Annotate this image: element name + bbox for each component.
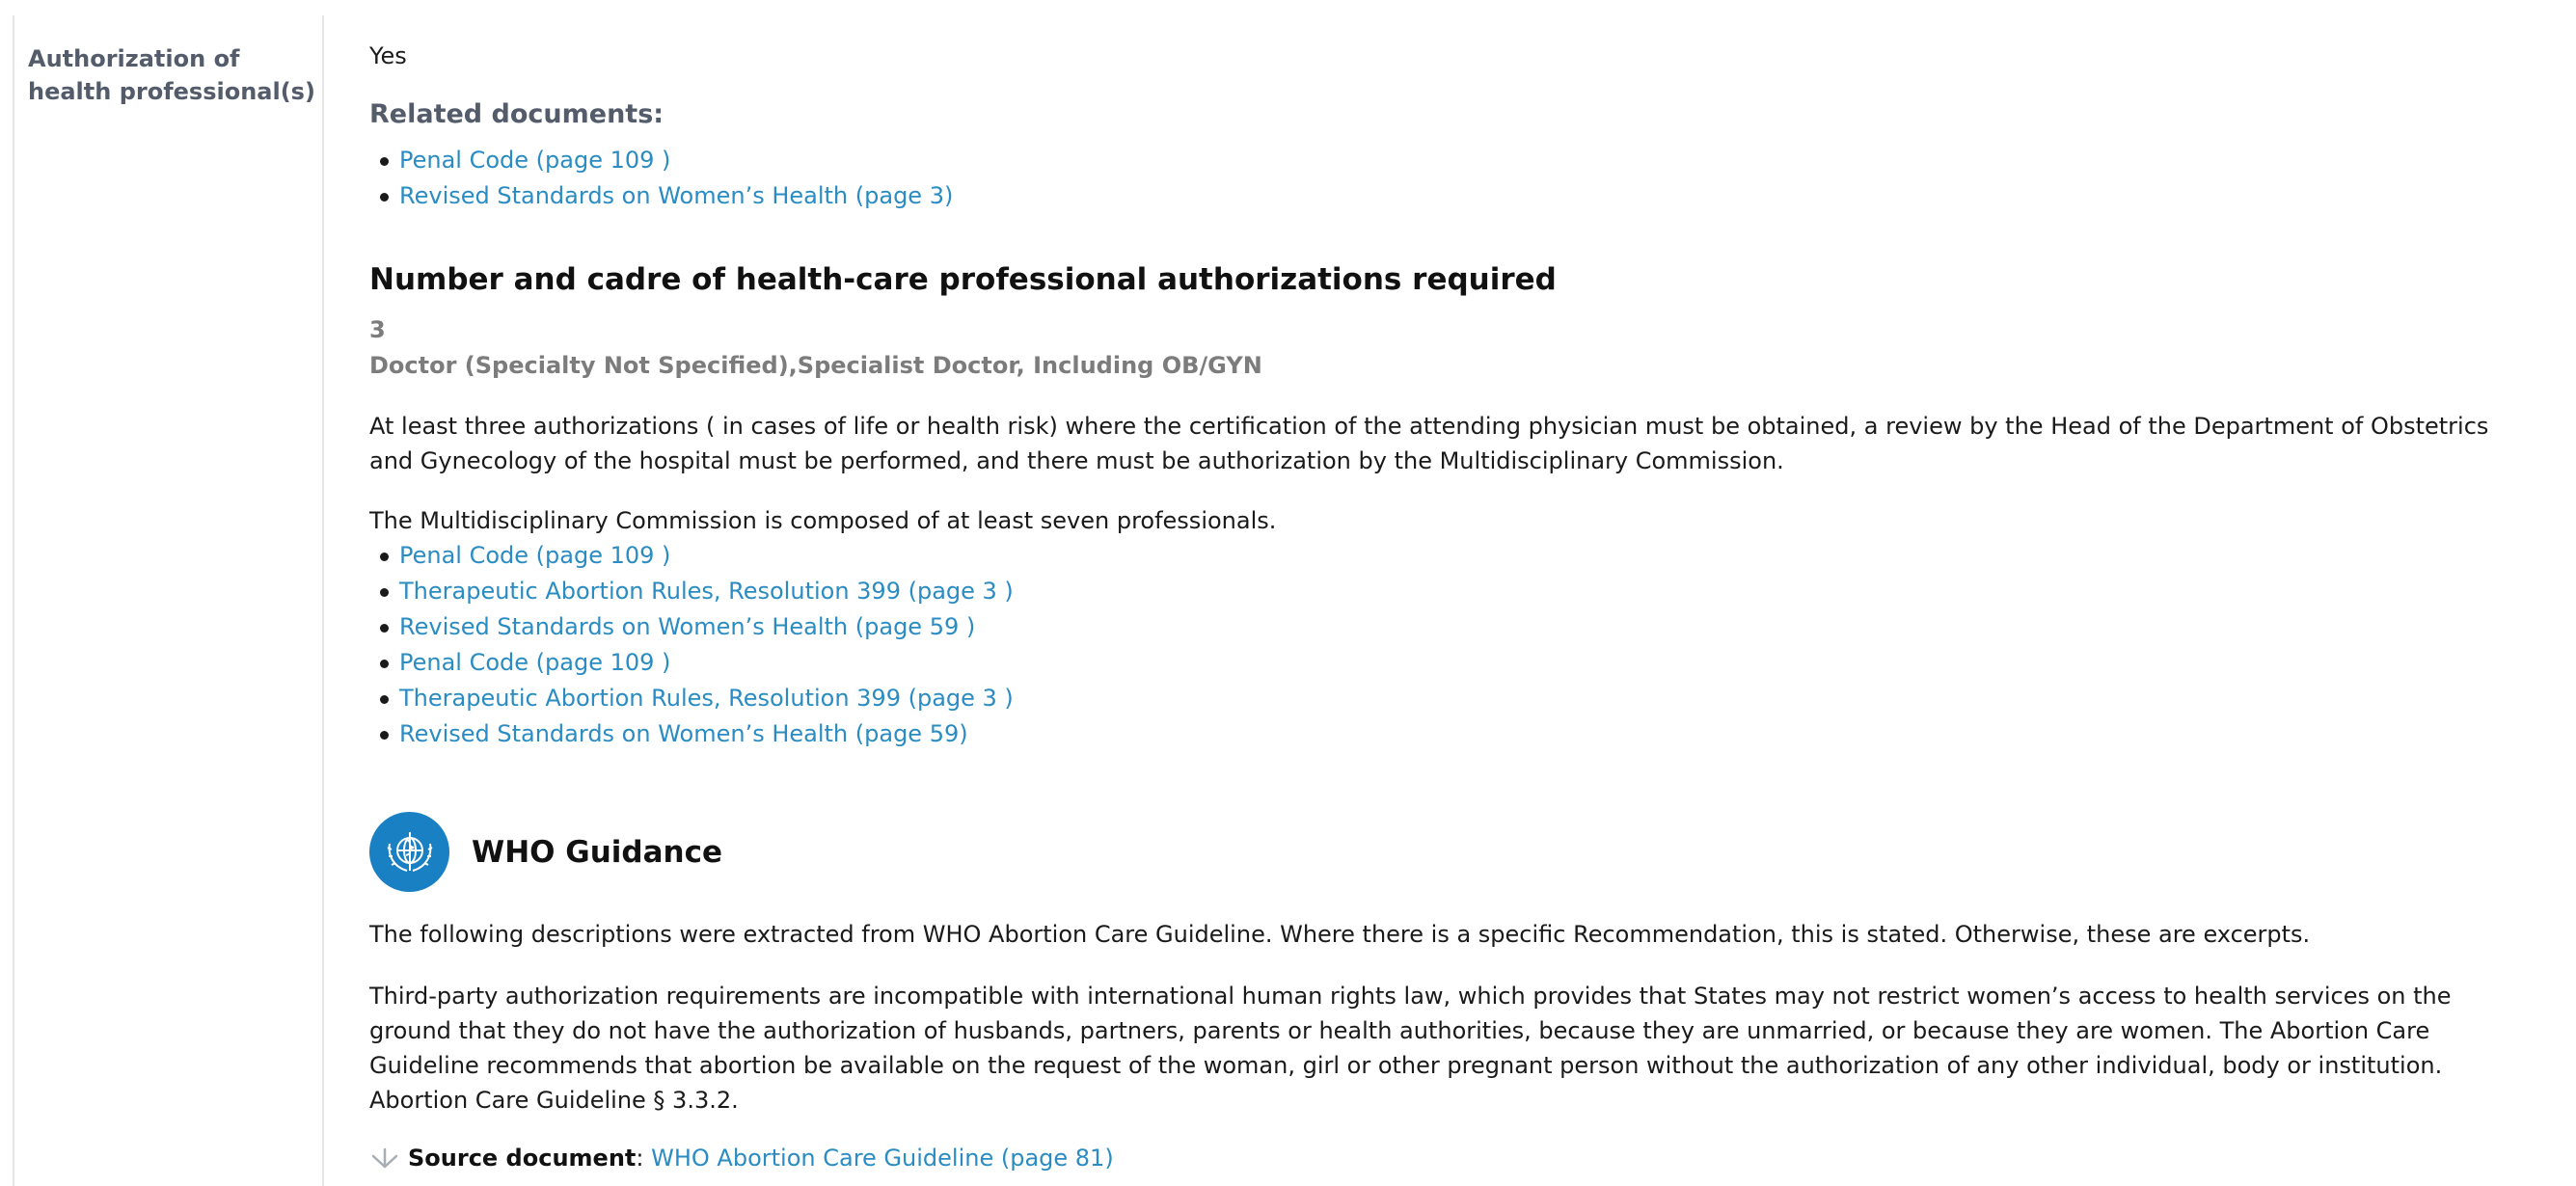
source-separator: : [636,1145,644,1172]
list-item: Revised Standards on Women’s Health (pag… [369,178,2530,214]
section-title: Number and cadre of health-care professi… [369,262,1557,297]
document-link[interactable]: Therapeutic Abortion Rules, Resolution 3… [399,578,1014,605]
list-item: Therapeutic Abortion Rules, Resolution 3… [369,681,2530,716]
cadre-list: Doctor (Specialty Not Specified),Special… [369,352,1262,379]
column-divider [322,15,324,1186]
row-label: Authorization of health professional(s) [28,45,315,105]
answer-value: Yes [369,42,407,69]
document-link[interactable]: Revised Standards on Women’s Health (pag… [399,613,975,640]
who-intro: The following descriptions were extracte… [369,921,2311,948]
source-document: Source document: WHO Abortion Care Guide… [369,1141,2530,1175]
cadre-documents-list: Penal Code (page 109 ) Therapeutic Abort… [369,538,2530,752]
who-body: Third-party authorization requirements a… [369,983,2452,1114]
document-link[interactable]: Therapeutic Abortion Rules, Resolution 3… [399,685,1014,712]
source-document-label: Source document [408,1145,637,1172]
source-document-link[interactable]: WHO Abortion Care Guideline (page 81) [651,1141,1114,1175]
commission-note: The Multidisciplinary Commission is comp… [369,507,1277,534]
related-documents-list: Penal Code (page 109 ) Revised Standards… [369,143,2530,214]
arrow-down-icon [369,1144,400,1173]
document-link[interactable]: Penal Code (page 109 ) [399,147,670,174]
who-guidance-header: WHO Guidance [369,812,2530,892]
list-item: Revised Standards on Women’s Health (pag… [369,609,2530,645]
list-item: Penal Code (page 109 ) [369,143,2530,178]
document-link[interactable]: Revised Standards on Women’s Health (pag… [399,182,953,209]
row-content: Yes Related documents: Penal Code (page … [369,39,2530,1175]
document-link[interactable]: Penal Code (page 109 ) [399,649,670,676]
list-item: Penal Code (page 109 ) [369,645,2530,681]
list-item: Therapeutic Abortion Rules, Resolution 3… [369,574,2530,609]
document-link[interactable]: Penal Code (page 109 ) [399,542,670,569]
list-item: Revised Standards on Women’s Health (pag… [369,716,2530,752]
left-border [13,15,14,1186]
list-item: Penal Code (page 109 ) [369,538,2530,574]
cadre-description: At least three authorizations ( in cases… [369,413,2489,474]
who-guidance-title: WHO Guidance [472,834,723,870]
document-link[interactable]: Revised Standards on Women’s Health (pag… [399,720,968,747]
related-documents-heading: Related documents: [369,99,664,129]
who-emblem-icon [369,812,449,892]
authorization-count: 3 [369,316,386,343]
